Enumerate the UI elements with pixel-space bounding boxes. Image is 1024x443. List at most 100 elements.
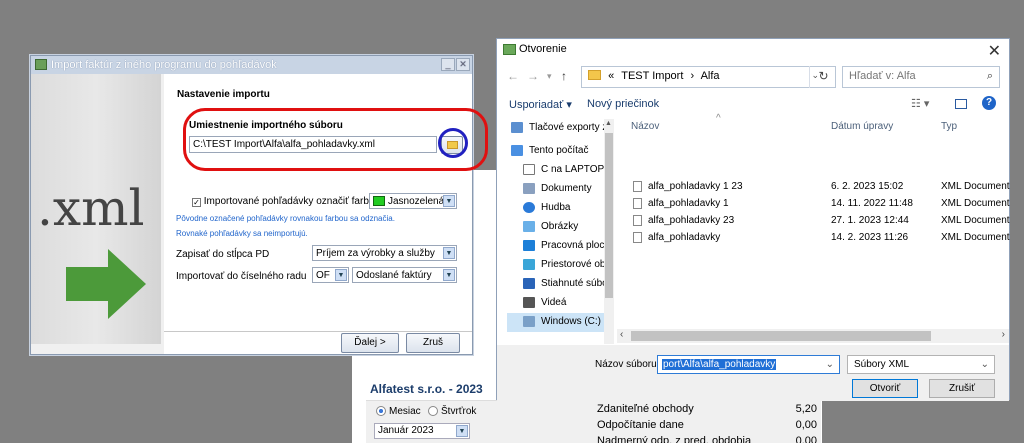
nav-item[interactable]: Stiahnuté súbory [507,275,612,294]
chevron-down-icon: ▼ [456,425,468,437]
file-list-scrollbar-thumb[interactable] [631,331,931,341]
close-icon[interactable]: ✕ [988,41,1001,61]
file-icon [633,181,642,192]
search-icon: ⌕ [986,70,993,82]
minimize-icon[interactable]: _ [441,58,455,71]
new-folder-button[interactable]: Nový priečinok [587,98,659,110]
radio-month-dot[interactable] [376,406,386,417]
scroll-left-icon[interactable]: ‹ [620,329,623,340]
nav-item[interactable]: Pracovná plocha [507,237,612,256]
open-file-dialog: Otvorenie ✕ ← → ▾ ↑ « TEST Import › Alfa… [496,38,1010,401]
next-button[interactable]: Ďalej > [341,333,399,353]
recent-dropdown-icon[interactable]: ▾ [547,71,552,82]
column-name[interactable]: Názov [631,121,659,132]
file-date: 27. 1. 2023 12:44 [831,215,909,226]
period-select[interactable]: Január 2023 ▼ [374,423,470,439]
nav-item[interactable]: Windows (C:) [507,313,612,332]
nav-item[interactable]: Tento počítač [507,142,612,161]
note-unmark: Pôvodne označené pohľadávky rovnakou far… [176,214,395,223]
file-name: alfa_pohladavky [648,232,721,243]
summary-label: Zdaniteľné obchody [597,403,694,415]
refresh-icon[interactable]: ↻ [809,66,837,88]
summary-value: 0,00 [795,435,817,443]
forward-arrow-icon[interactable]: → [527,69,539,83]
pd-select[interactable]: Príjem za výrobky a služby ▼ [312,245,457,261]
summary-row: Zdaniteľné obchody 5,20 [597,403,817,417]
help-icon[interactable]: ? [982,96,996,110]
open-dialog-titlebar[interactable]: Otvorenie ✕ [497,39,1009,61]
file-name: alfa_pohladavky 1 [648,198,729,209]
open-button[interactable]: Otvoriť [852,379,918,398]
color-select[interactable]: Jasnozelená ▼ [369,193,457,209]
import-dialog-titlebar[interactable]: Import faktúr z iného programu do pohľad… [31,56,472,74]
view-options-icon[interactable]: ☷ ▾ [911,97,929,110]
chevron-down-icon: ▼ [335,269,347,281]
folder-icon [588,70,601,80]
nav-item[interactable]: Videá [507,294,612,313]
file-name: alfa_pohladavky 1 23 [648,181,743,192]
nav-item[interactable]: Hudba [507,199,612,218]
windows-drive-icon [523,316,535,327]
organize-button[interactable]: Usporiadať ▾ [509,98,572,111]
file-date: 6. 2. 2023 15:02 [831,181,904,192]
toolbar: Usporiadať ▾ Nový priečinok ☷ ▾ ? [497,94,1009,116]
period-select-value: Január 2023 [378,425,434,436]
cancel-button[interactable]: Zruš [406,333,460,353]
mark-color-label: Importované pohľadávky označiť farbou [203,196,380,207]
nav-item-label: C na LAPTOP-7B [541,164,612,175]
back-arrow-icon[interactable]: ← [507,69,519,83]
address-bar[interactable]: « TEST Import › Alfa ⌄ [581,66,836,88]
file-row[interactable]: alfa_pohladavky 14. 2. 2023 11:26 XML Docu… [621,230,1010,247]
filename-input[interactable]: port\Alfa\alfa_pohladavky ⌄ [657,355,840,374]
nav-item[interactable]: Priestorové obje [507,256,612,275]
nav-item-label: Tlačové exporty z [529,122,608,133]
nav-item[interactable]: C na LAPTOP-7B [507,161,612,180]
breadcrumb-item[interactable]: TEST Import [621,70,683,82]
summary-row: Odpočítanie dane 0,00 [597,419,817,433]
music-icon [523,202,535,213]
column-date[interactable]: Dátum úpravy [831,121,893,132]
nav-scrollbar[interactable]: ▲ [604,119,614,344]
chevron-down-icon[interactable]: ⌄ [826,359,834,370]
3d-objects-icon [523,259,535,270]
up-arrow-icon[interactable]: ↑ [561,69,567,83]
scroll-right-icon[interactable]: › [1002,329,1005,340]
file-list-scrollbar[interactable]: ‹ › [617,329,1009,343]
nav-item-label: Obrázky [541,221,579,232]
note-duplicates: Rovnaké pohľadávky sa neimportujú. [176,229,308,238]
mark-color-row[interactable]: ✓ Importované pohľadávky označiť farbou [192,196,380,207]
file-row[interactable]: alfa_pohladavky 1 14. 11. 2022 11:48 XML D… [621,196,1010,213]
mark-color-checkbox[interactable]: ✓ [192,198,201,207]
file-row[interactable]: alfa_pohladavky 1 23 6. 2. 2023 15:02 XML … [621,179,1010,196]
filetype-select[interactable]: Súbory XML ⌄ [847,355,995,374]
nav-scrollbar-thumb[interactable] [605,133,613,298]
column-type[interactable]: Typ [941,121,957,132]
nav-item[interactable]: Obrázky [507,218,612,237]
open-dialog-footer: Názov súboru: port\Alfa\alfa_pohladavky ⌄… [497,345,1009,401]
summary-row: Nadmerný odp. z pred. obdobia 0,00 [597,435,817,443]
breadcrumb-separator: › [690,70,695,82]
pd-select-value: Príjem za výrobky a služby [316,248,435,259]
close-icon[interactable]: ✕ [456,58,470,71]
radio-quarter[interactable]: Štvrťrok [428,406,476,417]
nav-item-label: Windows (C:) [541,316,602,327]
preview-pane-icon[interactable] [955,99,967,109]
radio-quarter-dot[interactable] [428,406,438,417]
nav-item-label: Dokumenty [541,183,592,194]
series-code-select[interactable]: OF ▼ [312,267,349,283]
series-select[interactable]: Odoslané faktúry ▼ [352,267,457,283]
app-icon [35,59,47,70]
radio-month[interactable]: Mesiac [376,406,421,417]
breadcrumb-overflow[interactable]: « [608,70,614,82]
file-row[interactable]: alfa_pohladavky 23 27. 1. 2023 12:44 XML D… [621,213,1010,230]
breadcrumb-item[interactable]: Alfa [701,70,720,82]
summary-value: 5,20 [795,403,817,415]
nav-item[interactable]: Dokumenty [507,180,612,199]
scroll-up-icon[interactable]: ▲ [605,120,612,127]
nav-item-label: Videá [541,297,567,308]
cancel-button[interactable]: Zrušiť [929,379,995,398]
search-input[interactable]: Hľadať v: Alfa ⌕ [842,66,1000,88]
file-type: XML Document [941,198,1010,209]
file-list: Názov ^ Dátum úpravy Typ alfa_pohladavky… [621,113,1010,327]
nav-item[interactable]: Tlačové exporty z [507,119,612,138]
